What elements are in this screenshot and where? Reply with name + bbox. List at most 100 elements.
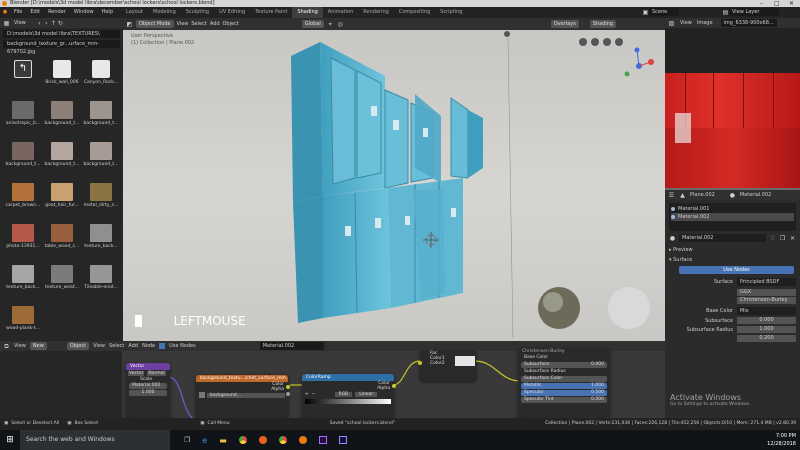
maximize-icon[interactable]: □ [774,0,780,7]
view-layer-selector[interactable]: ▤ View Layer [722,8,780,16]
parent-folder-item[interactable]: ↰ [4,60,42,80]
delete-icon[interactable]: ✕ [789,235,796,242]
menu-render[interactable]: Render [44,7,70,18]
vector-type-option[interactable]: Vector [128,371,145,376]
fake-user-icon[interactable]: ♡ [769,235,776,242]
start-icon[interactable]: ⊞ [0,435,20,445]
bsdf-input-row[interactable]: Subsurface Color [521,376,607,382]
tab-uv-editing[interactable]: UV Editing [214,7,250,18]
shader-editor[interactable]: ⧉ View New Object View Select Add Node U… [0,341,665,418]
back-icon[interactable]: ‹ [36,20,43,27]
pan-button[interactable] [591,38,599,46]
image-name-field[interactable]: img_6338-900x68... [720,19,777,27]
clock[interactable]: 7:00 PM 12/28/2018 [767,432,796,448]
tab-layout[interactable]: Layout [121,7,148,18]
file-item[interactable]: anisotropic_b... [4,101,42,126]
material-browse-icon[interactable]: ● [669,235,676,242]
file-item[interactable]: metal_dirty_s... [82,183,120,208]
chrome-icon[interactable] [238,436,247,444]
refresh-icon[interactable]: ↻ [57,20,64,27]
tab-animation[interactable]: Animation [323,7,359,18]
copy-icon[interactable]: ❐ [779,235,786,242]
bsdf-input-row[interactable]: Base Color [521,355,607,361]
image-browse-icon[interactable] [199,392,205,398]
folder-item[interactable]: Canyon_Rock... [82,60,120,85]
surface-dropdown[interactable]: Principled BSDF [737,278,796,286]
menu-window[interactable]: Window [70,7,98,18]
tab-texture-paint[interactable]: Texture Paint [250,7,292,18]
file-item[interactable]: photo-13931... [4,224,42,249]
subsurface-value[interactable]: 0.000 [737,317,796,324]
color2-swatch[interactable] [454,361,475,366]
tab-scripting[interactable]: Scripting [435,7,467,18]
after-effects-icon[interactable] [338,436,347,444]
color-socket[interactable] [286,385,290,389]
alpha-socket[interactable] [286,392,290,396]
interp-dropdown[interactable]: RGB [334,392,353,397]
tab-sculpting[interactable]: Sculpting [181,7,214,18]
menu-edit[interactable]: Edit [26,7,44,18]
menu-help[interactable]: Help [98,7,117,18]
colorramp-node[interactable]: ColorRamp Color Alpha + − RGB Linear [302,374,396,418]
image-menu-image[interactable]: Image [697,18,713,28]
file-item[interactable]: carpet_brown... [4,183,42,208]
bsdf-input-row[interactable]: Metallic 1.000 [521,383,607,389]
chrome2-icon[interactable] [278,436,287,444]
blender-menu-icon[interactable]: ● [0,7,10,18]
filename-field[interactable]: background_texture_gr...urface_mm-679702… [3,40,120,55]
file-item[interactable]: wood-plank-t... [4,306,42,331]
bsdf-input-row[interactable]: Specular Tint 0.000 [521,397,607,403]
premiere-icon[interactable] [318,436,327,444]
file-item[interactable]: texture_back... [82,224,120,249]
tab-modeling[interactable]: Modeling [148,7,181,18]
file-item[interactable]: table_wood_c... [43,224,81,249]
editor-type-icon[interactable]: ▨ [668,20,675,27]
forward-icon[interactable]: › [43,20,50,27]
image-menu-view[interactable]: View [680,18,692,28]
color-out-socket[interactable] [392,384,396,388]
firefox-icon[interactable] [258,436,267,444]
parent-folder-icon[interactable]: ↑ [50,20,57,27]
distribution-dropdown[interactable]: GGX [737,289,796,296]
minimize-icon[interactable]: – [760,0,763,7]
scale-value-field[interactable]: 1.000 [129,390,167,396]
zoom-button[interactable] [579,38,587,46]
bsdf-subsurface-method[interactable]: Christensen-Burley [518,349,610,354]
file-item[interactable]: background_t... [43,142,81,167]
camera-view-button[interactable] [603,38,611,46]
use-nodes-button[interactable]: Use Nodes [679,266,794,274]
3d-viewport[interactable]: ◩ Object Mode View Select Add Object Glo… [123,18,665,341]
task-view-icon[interactable]: ❐ [184,436,190,444]
mode-dropdown[interactable]: Linear [355,392,378,397]
file-item[interactable]: background_t... [4,142,42,167]
menu-file[interactable]: File [10,7,26,18]
section-surface[interactable]: ▾ Surface [669,256,796,264]
scene-selector[interactable]: ▣ Scene [642,8,680,16]
bsdf-input-row[interactable]: Subsurface: 0.000 [521,362,607,368]
editor-type-icon[interactable]: ▦ [3,20,10,27]
subsurface-method-dropdown[interactable]: Christensen-Burley [737,297,796,304]
blender-task-icon[interactable] [298,436,307,444]
material-field-node[interactable]: Material.002 [129,383,167,389]
folder-item[interactable]: Brick_wall_006 [43,60,81,85]
remove-stop-icon[interactable]: − [312,392,316,397]
tab-shading[interactable]: Shading [292,7,323,18]
material-field[interactable]: Material.002 [679,234,766,242]
base-color-dropdown[interactable]: Mix [737,307,796,315]
normal-type-option[interactable]: Normal [147,371,166,376]
edge-icon[interactable]: e [202,436,207,445]
image-field[interactable]: background... [207,392,285,398]
mix-node[interactable]: Fac Color1 Color2 [418,351,476,381]
image-texture-node[interactable]: background_textu...ichet_surface_mm Colo… [196,375,290,418]
bsdf-input-row[interactable]: Subsurface Radius [521,369,607,375]
add-stop-icon[interactable]: + [305,392,309,397]
file-item[interactable]: background_t... [43,101,81,126]
path-field[interactable]: D:\models\3d model libra\TEXTURES\ [3,30,120,38]
file-item[interactable]: texture_back... [4,265,42,290]
file-item[interactable]: background_t... [82,142,120,167]
close-icon[interactable]: ✕ [789,0,794,7]
file-item[interactable]: goat_hair_fur... [43,183,81,208]
subsurface-radius-value-2[interactable]: 0.200 [737,335,796,342]
material-slot[interactable]: Material.001 [671,205,794,213]
material-slot-active[interactable]: Material.002 [671,213,794,221]
